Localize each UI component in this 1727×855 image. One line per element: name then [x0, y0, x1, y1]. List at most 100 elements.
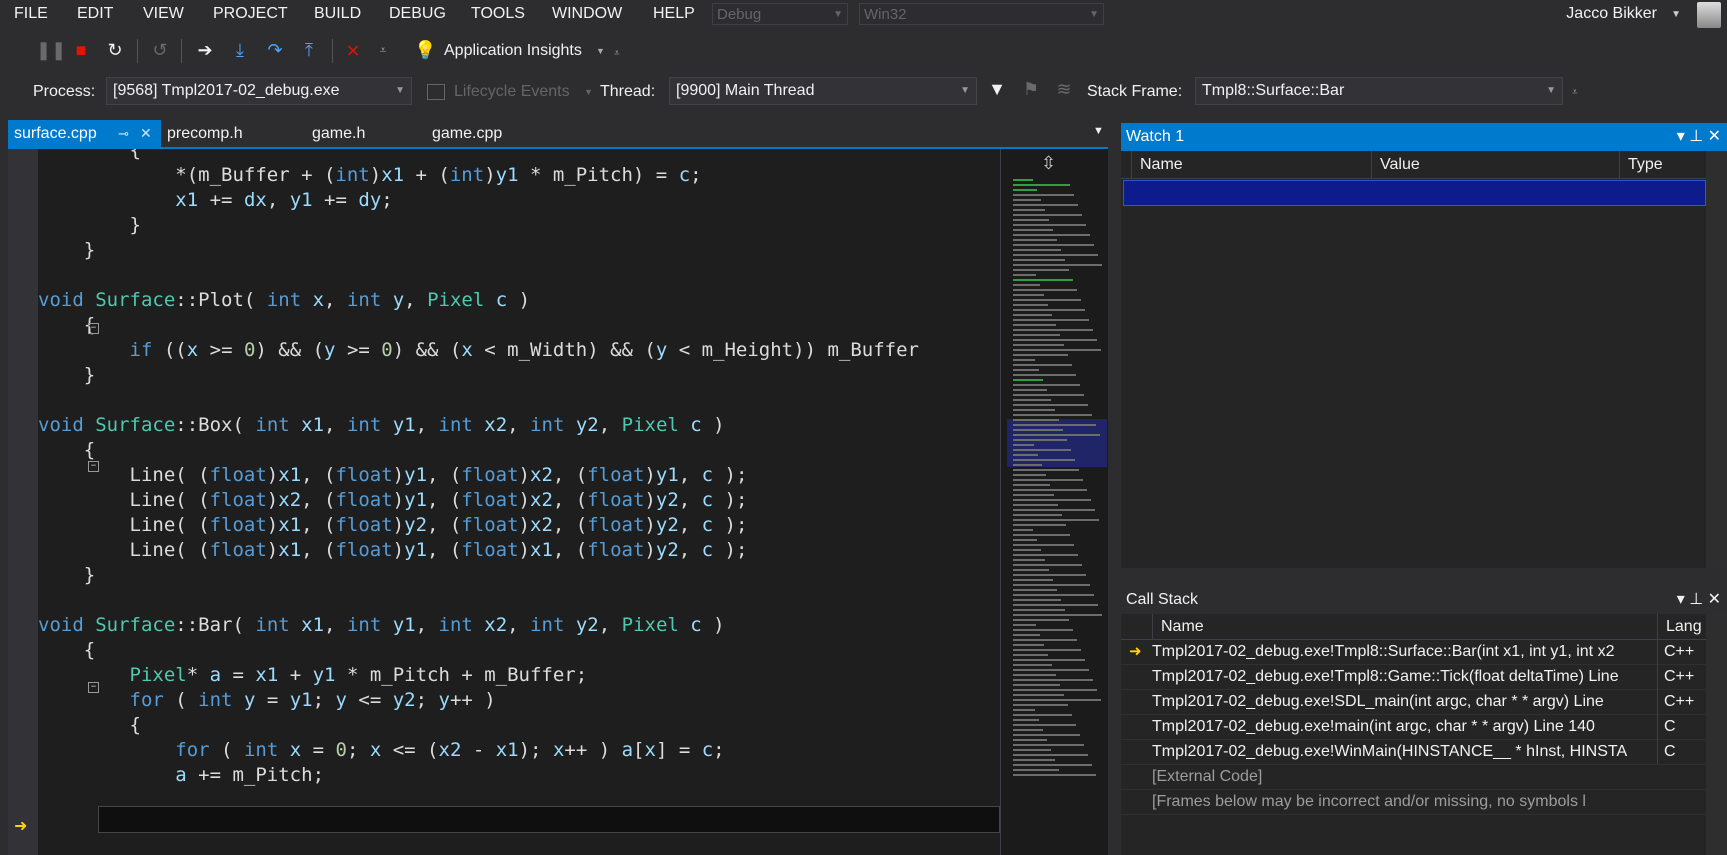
close-icon[interactable]: ✕	[140, 120, 152, 147]
code-line[interactable]: void Surface::Plot( int x, int y, Pixel …	[38, 287, 530, 314]
pin-icon[interactable]: ⊸	[118, 120, 129, 147]
close-icon[interactable]: ✕	[1708, 591, 1721, 608]
apply-code-changes-icon[interactable]: ↺	[149, 39, 171, 61]
code-line[interactable]: x1 += dx, y1 += dy;	[38, 187, 392, 214]
code-line[interactable]: for ( int y = y1; y <= y2; y++ )	[38, 687, 496, 714]
menu-view[interactable]: VIEW	[143, 5, 184, 23]
filter-icon[interactable]: ▼	[986, 78, 1008, 100]
window-menu-icon[interactable]: ▾	[1677, 591, 1685, 608]
menu-file[interactable]: FILE	[14, 5, 48, 23]
menu-window[interactable]: WINDOW	[552, 5, 622, 23]
close-icon[interactable]: ✕	[1708, 128, 1721, 145]
collapse-icon[interactable]: −	[88, 461, 99, 472]
minimap-line	[1013, 619, 1069, 621]
code-line[interactable]: a += m_Pitch;	[38, 762, 324, 789]
tab-surface-cpp[interactable]: surface.cpp ⊸ ✕	[8, 120, 161, 147]
collapse-icon[interactable]: −	[88, 682, 99, 693]
call-stack-row[interactable]: Tmpl2017-02_debug.exe!WinMain(HINSTANCE_…	[1121, 739, 1706, 765]
code-area[interactable]: { *(m_Buffer + (int)x1 + (int)y1 * m_Pit…	[38, 149, 1000, 855]
call-stack-scrollbar[interactable]	[1706, 614, 1727, 855]
watch-scrollbar[interactable]	[1706, 151, 1727, 568]
call-stack-row[interactable]: [External Code]	[1121, 764, 1706, 790]
code-line[interactable]: *(m_Buffer + (int)x1 + (int)y1 * m_Pitch…	[38, 162, 701, 189]
code-line[interactable]: Line( (float)x1, (float)y2, (float)x2, (…	[38, 512, 748, 539]
chevron-down-icon[interactable]: ▼	[1671, 9, 1681, 20]
call-stack-row[interactable]: Tmpl2017-02_debug.exe!Tmpl8::Game::Tick(…	[1121, 664, 1706, 690]
watch-entry-row[interactable]	[1123, 180, 1706, 206]
step-out-icon[interactable]: ⤒	[298, 39, 320, 61]
minimap-line	[1013, 204, 1078, 206]
toolbar-overflow-icon[interactable]: ⩡	[614, 48, 620, 59]
code-line[interactable]: }	[38, 237, 95, 264]
code-line[interactable]: {	[38, 637, 95, 664]
column-value[interactable]: Value	[1371, 151, 1619, 178]
code-line[interactable]: for ( int x = 0; x <= (x2 - x1); x++ ) a…	[38, 737, 724, 764]
pin-icon[interactable]: ⊥	[1689, 591, 1703, 608]
toolbar-overflow-icon[interactable]: ⩡	[1572, 87, 1578, 98]
step-over-icon[interactable]: ↷	[264, 39, 286, 61]
tab-game-cpp[interactable]: game.cpp	[426, 120, 556, 147]
column-type[interactable]: Type	[1619, 151, 1706, 178]
code-line[interactable]: Line( (float)x1, (float)y1, (float)x1, (…	[38, 537, 748, 564]
code-line[interactable]: if ((x >= 0) && (y >= 0) && (x < m_Width…	[38, 337, 919, 364]
thread-combo[interactable]: [9900] Main Thread ▼	[669, 77, 977, 105]
window-menu-icon[interactable]: ▾	[1677, 128, 1685, 145]
collapse-icon[interactable]: −	[88, 323, 99, 334]
chevron-down-icon[interactable]: ▼	[596, 46, 605, 56]
user-name[interactable]: Jacco Bikker	[1566, 5, 1657, 23]
code-line[interactable]: }	[38, 562, 95, 589]
code-line[interactable]: }	[38, 362, 95, 389]
call-stack-row[interactable]: ➜ Tmpl2017-02_debug.exe!Tmpl8::Surface::B…	[1121, 639, 1706, 665]
configuration-combo[interactable]: Debug ▼	[712, 3, 848, 25]
tab-precomp-h[interactable]: precomp.h	[161, 120, 301, 147]
code-line[interactable]: }	[38, 212, 141, 239]
code-minimap[interactable]: ⇳	[1000, 149, 1108, 855]
breakpoint-margin[interactable]	[8, 149, 38, 855]
column-name[interactable]: Name	[1152, 614, 1657, 639]
split-icon[interactable]: ⇳	[1041, 153, 1056, 174]
chevron-down-icon[interactable]: ▼	[584, 87, 593, 97]
menu-build[interactable]: BUILD	[314, 5, 361, 23]
restart-icon[interactable]: ↻	[104, 39, 126, 61]
menu-help[interactable]: HELP	[653, 5, 695, 23]
code-line[interactable]: void Surface::Bar( int x1, int y1, int x…	[38, 612, 725, 639]
menu-project[interactable]: PROJECT	[213, 5, 288, 23]
call-stack-row[interactable]: Tmpl2017-02_debug.exe!SDL_main(int argc,…	[1121, 689, 1706, 715]
stack-frame-combo[interactable]: Tmpl8::Surface::Bar ▼	[1195, 77, 1563, 105]
platform-combo[interactable]: Win32 ▼	[859, 3, 1104, 25]
code-line[interactable]: {	[38, 712, 141, 739]
stop-icon[interactable]: ■	[70, 39, 92, 61]
tab-game-h[interactable]: game.h	[306, 120, 416, 147]
code-line[interactable]: {	[38, 312, 95, 339]
toolbar-overflow-icon[interactable]: ⩡	[372, 39, 394, 61]
next-statement-arrow-icon: ➜	[14, 818, 28, 835]
column-name[interactable]: Name	[1131, 151, 1371, 178]
code-line[interactable]: Line( (float)x2, (float)y1, (float)x2, (…	[38, 487, 748, 514]
pin-icon[interactable]: ⊥	[1689, 128, 1703, 145]
menu-edit[interactable]: EDIT	[77, 5, 113, 23]
step-into-icon[interactable]: ⤓	[229, 39, 251, 61]
process-combo[interactable]: [9568] Tmpl2017-02_debug.exe ▼	[106, 77, 412, 105]
call-stack-row[interactable]: Tmpl2017-02_debug.exe!main(int argc, cha…	[1121, 714, 1706, 740]
show-next-statement-icon[interactable]: ➔	[194, 39, 216, 61]
menu-tools[interactable]: TOOLS	[471, 5, 525, 23]
lightbulb-icon[interactable]: 💡	[414, 39, 436, 61]
lifecycle-events-button[interactable]: Lifecycle Events	[454, 83, 570, 101]
tab-overflow-icon[interactable]: ▼	[1093, 125, 1104, 137]
code-editor[interactable]: { *(m_Buffer + (int)x1 + (int)y1 * m_Pit…	[8, 149, 1108, 855]
minimap-line	[1013, 594, 1094, 596]
call-stack-row[interactable]: [Frames below may be incorrect and/or mi…	[1121, 789, 1706, 815]
code-line[interactable]: void Surface::Box( int x1, int y1, int x…	[38, 412, 725, 439]
code-line[interactable]: {	[38, 437, 95, 464]
pause-icon[interactable]: ❚❚	[36, 39, 66, 61]
minimap-line	[1013, 564, 1082, 566]
avatar[interactable]	[1697, 2, 1721, 28]
column-language[interactable]: Lang	[1657, 614, 1706, 639]
toggle-threads-icon[interactable]: ≋	[1053, 78, 1075, 100]
menu-debug[interactable]: DEBUG	[389, 5, 446, 23]
breakpoints-icon[interactable]: ⨯	[342, 39, 364, 61]
application-insights-button[interactable]: Application Insights	[444, 42, 582, 60]
code-line[interactable]: Line( (float)x1, (float)y1, (float)x2, (…	[38, 462, 748, 489]
flag-thread-icon[interactable]: ⚑	[1020, 78, 1042, 100]
code-line[interactable]: Pixel* a = x1 + y1 * m_Pitch + m_Buffer;	[38, 662, 588, 689]
